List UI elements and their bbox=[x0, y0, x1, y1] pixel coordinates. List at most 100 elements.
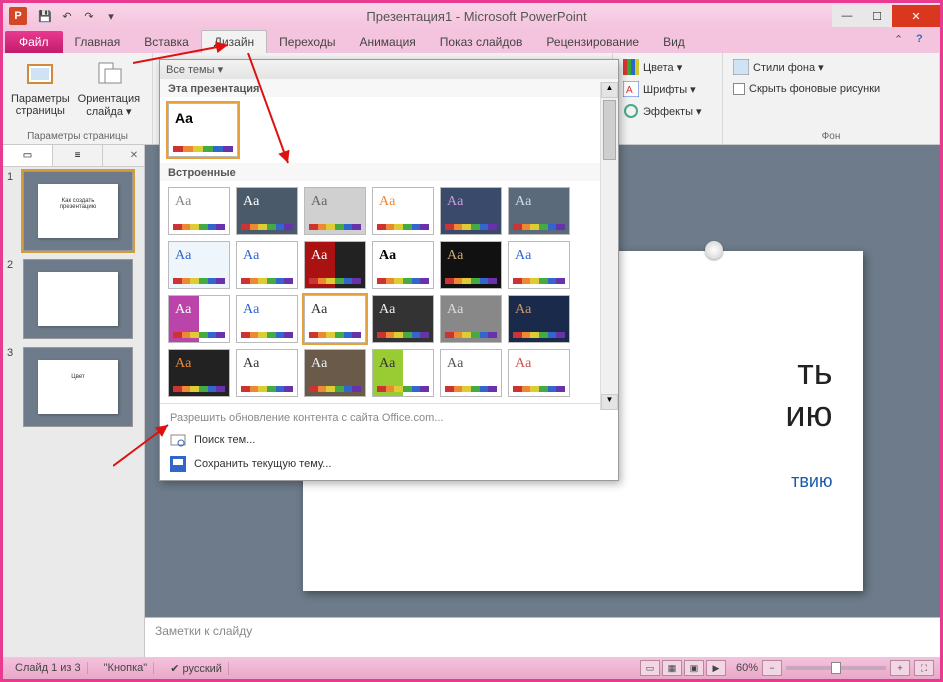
theme-tile[interactable]: Aa bbox=[508, 187, 570, 235]
page-setup-button[interactable]: Параметры страницы bbox=[9, 57, 72, 119]
slide-thumbnails: 1 Как создать презентацию 2 3 Цвет bbox=[3, 167, 144, 657]
svg-text:A: A bbox=[626, 85, 633, 96]
zoom-in-button[interactable]: + bbox=[890, 660, 910, 676]
zoom-level: 60% bbox=[736, 662, 758, 674]
bg-styles-button[interactable]: Стили фона ▾ bbox=[729, 57, 933, 77]
scroll-down-button[interactable]: ▼ bbox=[601, 394, 618, 410]
scroll-up-button[interactable]: ▲ bbox=[601, 82, 618, 98]
slideshow-view-button[interactable]: ▶ bbox=[706, 660, 726, 676]
orientation-button[interactable]: Ориентация слайда ▾ bbox=[76, 57, 142, 120]
theme-tile[interactable]: Aa bbox=[440, 187, 502, 235]
themes-gallery: Все темы ▾ Эта презентация Aa Встроенные… bbox=[159, 59, 619, 481]
theme-current[interactable]: Aa bbox=[168, 103, 238, 157]
browse-icon bbox=[170, 432, 186, 448]
group-background: Стили фона ▾ Скрыть фоновые рисунки Фон bbox=[723, 53, 940, 144]
theme-tile[interactable]: Aa bbox=[440, 295, 502, 343]
page-setup-icon bbox=[24, 59, 56, 91]
gallery-header[interactable]: Все темы ▾ bbox=[160, 60, 618, 79]
gallery-office-update[interactable]: Разрешить обновление контента с сайта Of… bbox=[160, 408, 618, 428]
status-language[interactable]: ✔ русский bbox=[164, 662, 229, 675]
theme-tile[interactable]: Aa bbox=[372, 187, 434, 235]
window-controls: — ☐ ✕ bbox=[832, 5, 940, 27]
slide-thumb-1[interactable]: Как создать презентацию bbox=[23, 171, 133, 251]
fit-slide-button[interactable]: ⛶ bbox=[914, 660, 934, 676]
theme-tile[interactable]: Aa bbox=[168, 295, 230, 343]
normal-view-button[interactable]: ▭ bbox=[640, 660, 660, 676]
file-tab[interactable]: Файл bbox=[5, 31, 63, 53]
theme-tile[interactable]: Aa bbox=[372, 295, 434, 343]
gallery-scrollbar[interactable]: ▲ ▼ bbox=[600, 82, 618, 410]
save-button[interactable]: 💾 bbox=[35, 6, 55, 26]
tab-slideshow[interactable]: Показ слайдов bbox=[428, 31, 535, 53]
theme-tile[interactable]: Aa bbox=[168, 349, 230, 397]
theme-tile[interactable]: Aa bbox=[440, 349, 502, 397]
tab-review[interactable]: Рецензирование bbox=[534, 31, 651, 53]
zoom-control: 60% − + ⛶ bbox=[736, 660, 934, 676]
theme-tile[interactable]: Aa bbox=[236, 295, 298, 343]
theme-tile[interactable]: Aa bbox=[236, 187, 298, 235]
tab-animation[interactable]: Анимация bbox=[347, 31, 427, 53]
slides-tab[interactable]: ▭ bbox=[3, 145, 53, 166]
thumb-number: 3 bbox=[7, 347, 19, 427]
theme-tile[interactable]: Aa bbox=[236, 349, 298, 397]
theme-tile[interactable]: Aa bbox=[508, 241, 570, 289]
group-theme-variants: Цвета ▾ A Шрифты ▾ Эффекты ▾ bbox=[613, 53, 723, 144]
colors-icon bbox=[623, 59, 639, 75]
tab-insert[interactable]: Вставка bbox=[132, 31, 201, 53]
help-icon[interactable]: ? bbox=[916, 33, 932, 49]
status-slide-count: Слайд 1 из 3 bbox=[9, 662, 88, 674]
gallery-browse-themes[interactable]: Поиск тем... bbox=[160, 428, 618, 452]
outline-tab[interactable]: ≡ bbox=[53, 145, 103, 166]
fonts-icon: A bbox=[623, 81, 639, 97]
effects-button[interactable]: Эффекты ▾ bbox=[619, 101, 716, 121]
group-bg-label: Фон bbox=[729, 129, 933, 142]
theme-tile[interactable]: Aa bbox=[372, 241, 434, 289]
tab-view[interactable]: Вид bbox=[651, 31, 697, 53]
theme-tile[interactable]: Aa bbox=[168, 187, 230, 235]
notes-pane[interactable]: Заметки к слайду bbox=[145, 617, 940, 657]
effects-icon bbox=[623, 103, 639, 119]
tab-home[interactable]: Главная bbox=[63, 31, 133, 53]
thumb-number: 1 bbox=[7, 171, 19, 251]
theme-tile[interactable]: Aa bbox=[372, 349, 434, 397]
theme-tile[interactable]: Aa bbox=[168, 241, 230, 289]
slides-panel-close[interactable]: ✕ bbox=[124, 145, 144, 166]
reading-view-button[interactable]: ▣ bbox=[684, 660, 704, 676]
qat-customize[interactable]: ▾ bbox=[101, 6, 121, 26]
redo-button[interactable]: ↷ bbox=[79, 6, 99, 26]
gallery-section-this: Эта презентация bbox=[160, 79, 618, 97]
zoom-out-button[interactable]: − bbox=[762, 660, 782, 676]
tab-design[interactable]: Дизайн bbox=[201, 30, 267, 53]
pushpin-icon bbox=[705, 241, 723, 259]
theme-tile[interactable]: Aa bbox=[440, 241, 502, 289]
page-setup-label: Параметры страницы bbox=[11, 93, 70, 117]
theme-tile[interactable]: Aa bbox=[304, 187, 366, 235]
close-button[interactable]: ✕ bbox=[892, 5, 940, 27]
thumb-number: 2 bbox=[7, 259, 19, 339]
theme-tile[interactable]: Aa bbox=[236, 241, 298, 289]
fonts-button[interactable]: A Шрифты ▾ bbox=[619, 79, 716, 99]
view-buttons: ▭ ▦ ▣ ▶ bbox=[640, 660, 726, 676]
tab-transitions[interactable]: Переходы bbox=[267, 31, 347, 53]
hide-bg-checkbox[interactable] bbox=[733, 83, 745, 95]
scroll-thumb[interactable] bbox=[603, 100, 616, 160]
zoom-thumb[interactable] bbox=[831, 662, 841, 674]
zoom-slider[interactable] bbox=[786, 666, 886, 670]
sorter-view-button[interactable]: ▦ bbox=[662, 660, 682, 676]
ribbon-minimize-icon[interactable]: ⌃ bbox=[894, 33, 910, 49]
slide-thumb-3[interactable]: Цвет bbox=[23, 347, 133, 427]
minimize-button[interactable]: — bbox=[832, 5, 862, 27]
undo-button[interactable]: ↶ bbox=[57, 6, 77, 26]
bg-styles-icon bbox=[733, 59, 749, 75]
theme-tile[interactable]: Aa bbox=[304, 295, 366, 343]
gallery-footer: Разрешить обновление контента с сайта Of… bbox=[160, 403, 618, 480]
maximize-button[interactable]: ☐ bbox=[862, 5, 892, 27]
gallery-save-theme[interactable]: Сохранить текущую тему... bbox=[160, 452, 618, 476]
theme-tile[interactable]: Aa bbox=[304, 349, 366, 397]
theme-tile[interactable]: Aa bbox=[508, 295, 570, 343]
theme-tile[interactable]: Aa bbox=[508, 349, 570, 397]
colors-button[interactable]: Цвета ▾ bbox=[619, 57, 716, 77]
theme-tile[interactable]: Aa bbox=[304, 241, 366, 289]
hide-bg-check[interactable]: Скрыть фоновые рисунки bbox=[729, 81, 933, 97]
slide-thumb-2[interactable] bbox=[23, 259, 133, 339]
